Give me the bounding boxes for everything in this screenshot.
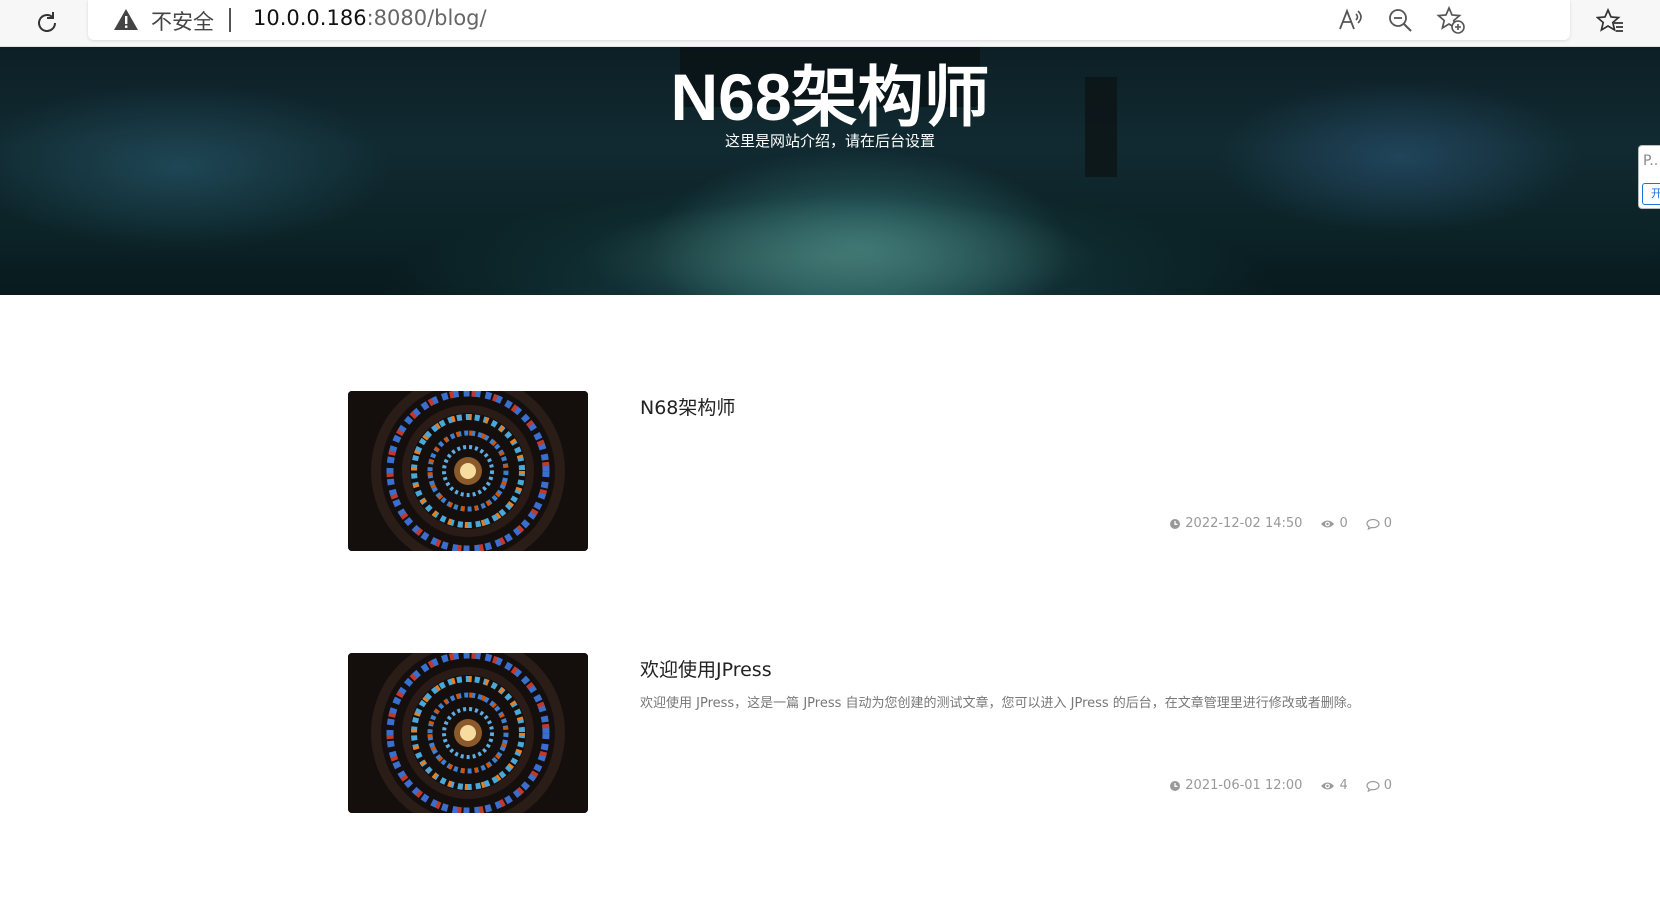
article-views-count: 4 (1339, 778, 1348, 793)
article-views: 4 (1320, 778, 1348, 793)
add-favorite-icon[interactable] (1436, 5, 1466, 35)
favorites-icon[interactable] (1594, 5, 1626, 37)
article-views: 0 (1320, 516, 1348, 531)
security-label[interactable]: 不安全 (151, 6, 214, 36)
side-widget-text: P.. (1643, 153, 1659, 169)
article-date-text: 2021-06-01 12:00 (1185, 778, 1303, 793)
article-title[interactable]: N68架构师 (640, 393, 735, 420)
article-date: 2022-12-02 14:50 (1169, 516, 1302, 531)
site-description: 这里是网站介绍，请在后台设置 (724, 132, 935, 150)
hero-path-glow (580, 197, 1100, 295)
article-meta: 2022-12-02 14:50 0 0 (1169, 516, 1392, 531)
url-host: 10.0.0.186 (253, 6, 367, 30)
warning-icon[interactable] (113, 7, 139, 33)
hero-banner: N68架构师 这里是网站介绍，请在后台设置 (0, 47, 1660, 295)
side-widget-button[interactable]: 开 (1642, 183, 1660, 205)
article-item: 欢迎使用JPress 欢迎使用 JPress，这是一篇 JPress 自动为您创… (348, 653, 1392, 813)
clock-icon (1170, 518, 1181, 529)
article-thumbnail[interactable] (348, 653, 588, 813)
url-path: :8080/blog/ (366, 6, 487, 30)
article-comments: 0 (1366, 778, 1392, 793)
article-title[interactable]: 欢迎使用JPress (640, 655, 772, 682)
article-date-text: 2022-12-02 14:50 (1185, 516, 1303, 531)
side-floating-widget[interactable]: P.. 开 (1638, 145, 1660, 209)
url-text[interactable]: 10.0.0.186:8080/blog/ (253, 6, 487, 30)
comment-icon (1366, 518, 1380, 530)
address-divider (229, 8, 231, 32)
article-views-count: 0 (1339, 516, 1348, 531)
article-summary: 欢迎使用 JPress，这是一篇 JPress 自动为您创建的测试文章，您可以进… (640, 696, 1360, 711)
site-title[interactable]: N68架构师 (0, 47, 1660, 140)
article-meta: 2021-06-01 12:00 4 0 (1169, 778, 1392, 793)
clock-icon (1170, 780, 1181, 791)
article-comments-count: 0 (1383, 778, 1392, 793)
article-comments-count: 0 (1383, 516, 1392, 531)
article-date: 2021-06-01 12:00 (1169, 778, 1302, 793)
eye-icon (1321, 782, 1335, 789)
zoom-out-icon[interactable] (1385, 5, 1415, 35)
article-item: N68架构师 2022-12-02 14:50 0 0 (348, 391, 1392, 551)
browser-toolbar: 不安全 10.0.0.186:8080/blog/ (0, 0, 1660, 47)
article-thumbnail[interactable] (348, 391, 588, 551)
eye-icon (1321, 520, 1335, 527)
address-bar[interactable]: 不安全 10.0.0.186:8080/blog/ (88, 0, 1570, 40)
article-comments: 0 (1366, 516, 1392, 531)
comment-icon (1366, 780, 1380, 792)
reload-icon[interactable] (30, 6, 64, 40)
read-aloud-icon[interactable] (1335, 5, 1365, 35)
